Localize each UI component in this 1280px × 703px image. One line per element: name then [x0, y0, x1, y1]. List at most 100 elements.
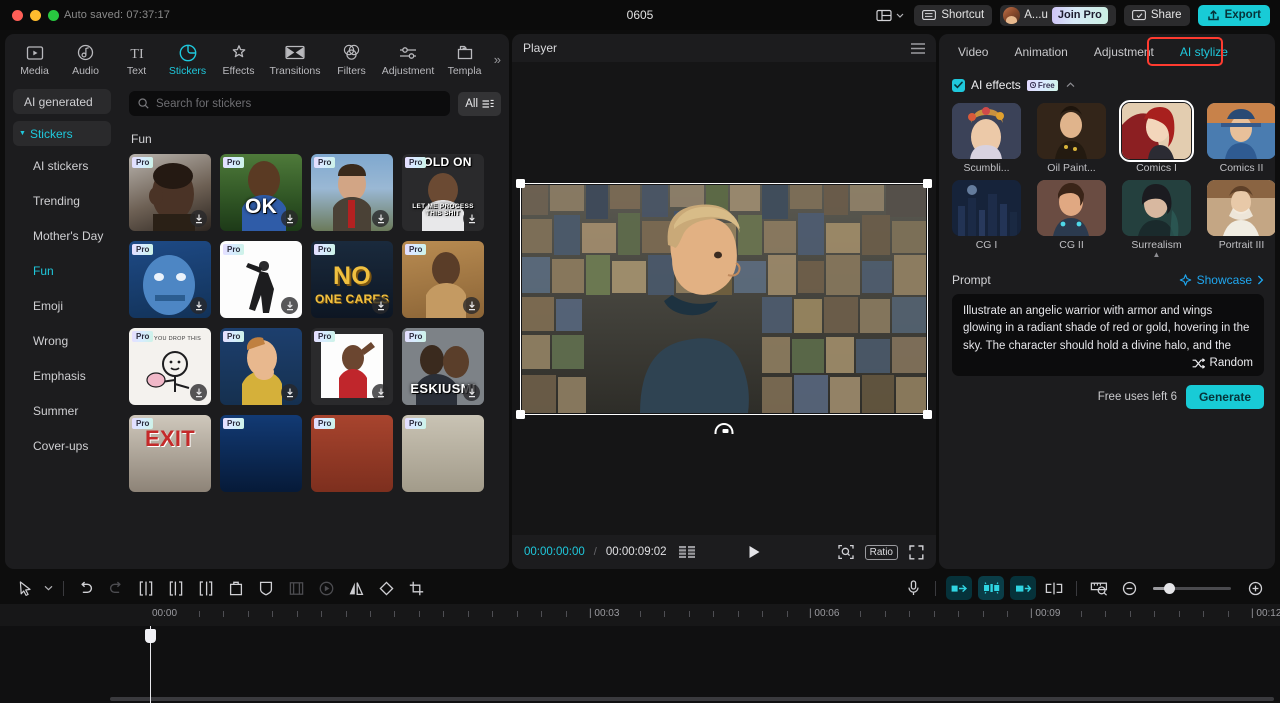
sticker-item[interactable]: Pro: [402, 241, 484, 318]
style-item-surrealism[interactable]: Surrealism ▲: [1122, 180, 1191, 259]
player-menu-button[interactable]: [911, 42, 925, 54]
sticker-item[interactable]: Pro HOLD ON LET ME PROCESS THIS SHIT: [402, 154, 484, 231]
shortcut-button[interactable]: Shortcut: [914, 4, 993, 26]
tab-video[interactable]: Video: [945, 41, 1001, 63]
search-input[interactable]: Search for stickers: [129, 91, 451, 116]
layout-button[interactable]: [874, 7, 906, 24]
zoom-in-button[interactable]: [1240, 576, 1270, 600]
zoom-slider-knob[interactable]: [1164, 582, 1175, 594]
mask-button[interactable]: [251, 576, 281, 600]
sticker-item[interactable]: Pro: [311, 415, 393, 492]
snapshot-button[interactable]: [837, 544, 854, 560]
download-button[interactable]: [281, 210, 298, 227]
sidebar-item-ai-stickers[interactable]: AI stickers: [13, 153, 111, 178]
share-button[interactable]: Share: [1123, 4, 1190, 26]
sticker-item[interactable]: Pro EXIT: [129, 415, 211, 492]
style-item-comics-1[interactable]: Comics I: [1119, 100, 1194, 174]
freeze-frame-button[interactable]: [311, 576, 341, 600]
sticker-item[interactable]: Pro HEY, YOU DROP THIS: [129, 328, 211, 405]
style-item-oil-painting[interactable]: Oil Paint...: [1037, 103, 1106, 174]
tool-adjustment[interactable]: Adjustment: [377, 40, 439, 77]
ratio-button[interactable]: Ratio: [864, 544, 898, 560]
sticker-item[interactable]: Pro: [129, 241, 211, 318]
timeline-hscrollbar[interactable]: [110, 697, 1274, 701]
download-button[interactable]: [281, 384, 298, 401]
tool-media[interactable]: Media: [9, 40, 60, 77]
delete-button[interactable]: [221, 576, 251, 600]
sidebar-item-cover-ups[interactable]: Cover-ups: [13, 433, 111, 458]
sidebar-item-trending[interactable]: Trending: [13, 188, 111, 213]
sidebar-item-fun[interactable]: Fun: [13, 258, 111, 283]
sticker-item[interactable]: Pro: [220, 328, 302, 405]
sidebar-item-summer[interactable]: Summer: [13, 398, 111, 423]
resize-handle-tl[interactable]: [516, 178, 525, 188]
showcase-button[interactable]: Showcase: [1179, 273, 1264, 287]
sticker-item[interactable]: Pro OK: [220, 154, 302, 231]
style-item-scumbling[interactable]: Scumbli...: [952, 103, 1021, 174]
playhead[interactable]: [145, 626, 156, 703]
download-button[interactable]: [281, 297, 298, 314]
filter-all-button[interactable]: All: [458, 91, 501, 116]
record-voiceover-button[interactable]: [898, 576, 928, 600]
join-pro-badge[interactable]: Join Pro: [1051, 6, 1108, 24]
keyframe-out-button[interactable]: [1010, 576, 1036, 600]
prompt-input[interactable]: Illustrate an angelic warrior with armor…: [952, 294, 1264, 376]
style-item-portrait-3[interactable]: Portrait III: [1207, 180, 1275, 259]
tab-animation[interactable]: Animation: [1001, 41, 1080, 63]
rotate-button[interactable]: [371, 576, 401, 600]
mirror-button[interactable]: [341, 576, 371, 600]
tab-adjustment[interactable]: Adjustment: [1081, 41, 1167, 63]
split-clip-button[interactable]: [1039, 576, 1069, 600]
download-button[interactable]: [463, 297, 480, 314]
user-account-button[interactable]: A...u Join Pro: [1000, 4, 1116, 26]
frames-button[interactable]: [678, 546, 697, 558]
sticker-item[interactable]: Pro: [220, 415, 302, 492]
rotate-handle[interactable]: [714, 422, 734, 434]
random-button[interactable]: Random: [963, 357, 1253, 369]
style-item-cg-2[interactable]: CG II: [1037, 180, 1106, 259]
sidebar-group-stickers[interactable]: ▼ Stickers: [13, 121, 111, 146]
tool-filters[interactable]: Filters: [326, 40, 377, 77]
select-tool-button[interactable]: [10, 576, 40, 600]
sidebar-item-emphasis[interactable]: Emphasis: [13, 363, 111, 388]
download-button[interactable]: [372, 384, 389, 401]
sticker-item[interactable]: Pro ESKIUSMI: [402, 328, 484, 405]
generate-button[interactable]: Generate: [1185, 385, 1264, 409]
sticker-item[interactable]: Pro: [402, 415, 484, 492]
export-button[interactable]: Export: [1197, 4, 1270, 26]
sidebar-item-mothers-day[interactable]: Mother's Day: [13, 223, 111, 248]
style-item-comics-2[interactable]: Comics II: [1207, 103, 1275, 174]
playhead-handle[interactable]: [145, 629, 156, 643]
fullscreen-button[interactable]: [909, 544, 924, 560]
sticker-item[interactable]: Pro: [311, 154, 393, 231]
toolbar-overflow-button[interactable]: »: [494, 52, 501, 67]
tool-text[interactable]: TI Text: [111, 40, 162, 78]
resize-handle-br[interactable]: [923, 409, 932, 419]
minimize-window-button[interactable]: [30, 9, 41, 21]
trim-start-button[interactable]: [161, 576, 191, 600]
resize-handle-tr[interactable]: [923, 178, 932, 188]
sticker-item[interactable]: Pro: [220, 241, 302, 318]
timeline-ruler[interactable]: 00:00 | 00:03 | 00:06 | 00:09 | 00:12: [0, 604, 1280, 626]
maximize-window-button[interactable]: [48, 9, 59, 21]
track-lane[interactable]: A boy in an art gallery examines art. 00…: [150, 626, 1280, 703]
tab-ai-stylize[interactable]: AI stylize: [1167, 41, 1241, 63]
play-button[interactable]: [748, 545, 761, 559]
player-stage[interactable]: [512, 62, 936, 535]
download-button[interactable]: [190, 210, 207, 227]
crop-tool-button[interactable]: [401, 576, 431, 600]
download-button[interactable]: [463, 384, 480, 401]
zoom-slider[interactable]: [1153, 582, 1231, 594]
expand-styles-button[interactable]: ▲: [1122, 250, 1191, 259]
sticker-item[interactable]: Pro: [311, 328, 393, 405]
download-button[interactable]: [190, 297, 207, 314]
undo-button[interactable]: [71, 576, 101, 600]
sticker-item[interactable]: Pro NO ONE CARES: [311, 241, 393, 318]
style-item-cg-1[interactable]: CG I: [952, 180, 1021, 259]
download-button[interactable]: [190, 384, 207, 401]
download-button[interactable]: [372, 210, 389, 227]
download-button[interactable]: [463, 210, 480, 227]
tool-effects[interactable]: Effects: [213, 40, 264, 77]
sidebar-item-ai-generated[interactable]: AI generated: [13, 89, 111, 114]
trim-end-button[interactable]: [191, 576, 221, 600]
